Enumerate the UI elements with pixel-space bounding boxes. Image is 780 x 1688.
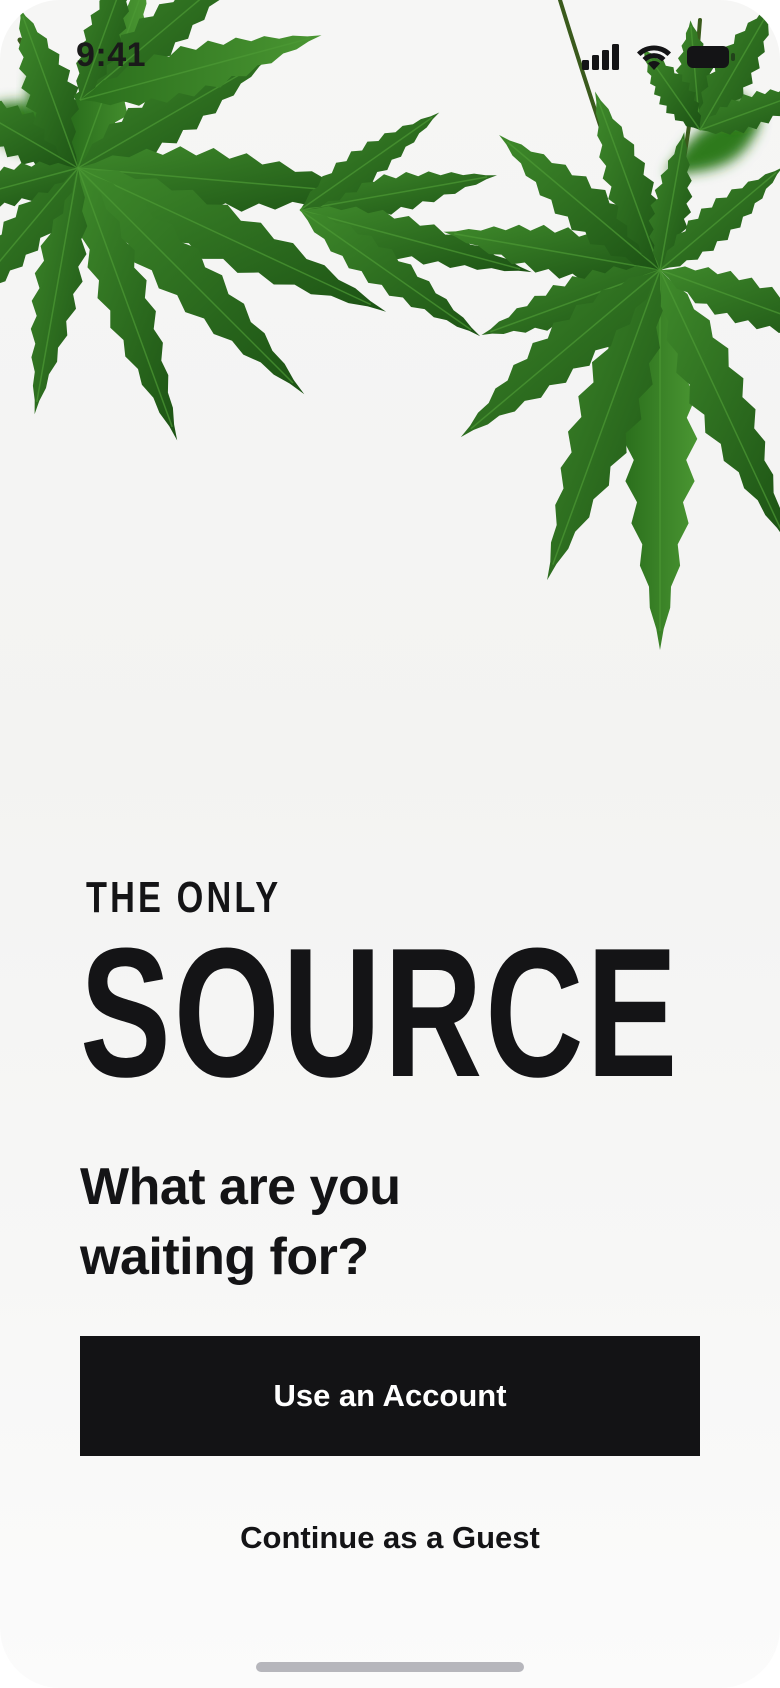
brand-title: SOURCE xyxy=(80,909,681,1115)
battery-icon xyxy=(686,44,736,70)
use-account-button[interactable]: Use an Account xyxy=(80,1336,700,1456)
app-screen: 9:41 THE ONLY SOURCE What are you waitin… xyxy=(0,0,780,1688)
status-bar: 9:41 xyxy=(0,0,780,110)
cellular-signal-icon xyxy=(582,44,622,70)
leaves-hero-image xyxy=(0,0,780,650)
tagline-line-2: waiting for? xyxy=(80,1228,369,1286)
tagline: What are you waiting for? xyxy=(80,1152,600,1292)
status-icons xyxy=(582,44,736,70)
wifi-icon xyxy=(636,44,672,70)
continue-as-guest-button[interactable]: Continue as a Guest xyxy=(80,1508,700,1568)
home-indicator xyxy=(256,1662,524,1672)
status-time: 9:41 xyxy=(76,36,147,74)
tagline-line-1: What are you xyxy=(80,1158,401,1216)
